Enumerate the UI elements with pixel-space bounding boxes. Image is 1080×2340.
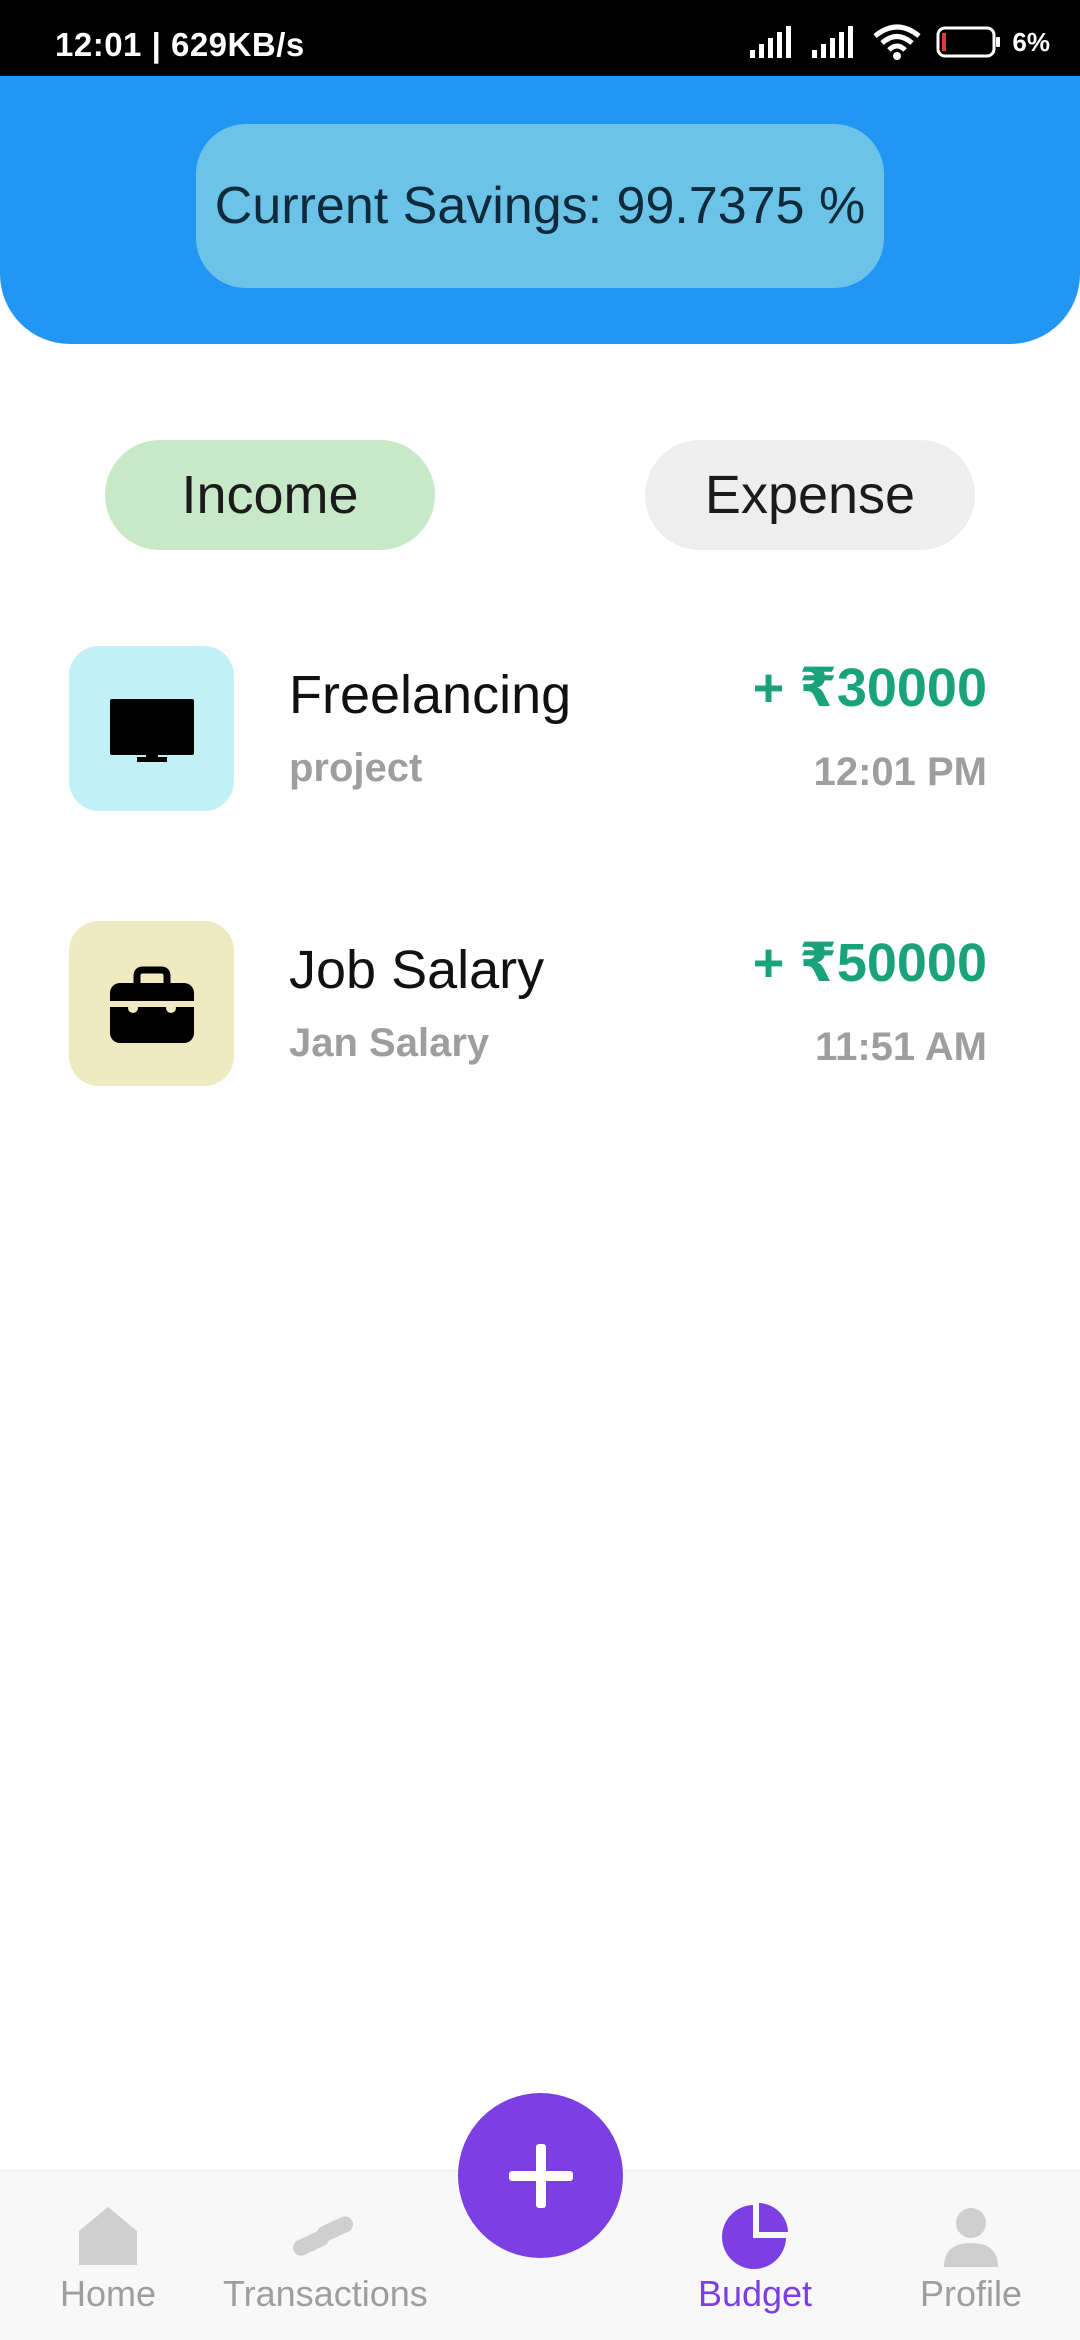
signal-icon xyxy=(750,26,792,58)
battery-icon xyxy=(936,26,1001,58)
transaction-amount: + ₹30000 xyxy=(752,658,987,718)
nav-profile[interactable]: Profile xyxy=(871,2201,1071,2315)
transaction-icon-box xyxy=(69,921,234,1086)
signal-icon xyxy=(812,26,854,58)
transactions-icon xyxy=(293,2216,353,2256)
transaction-time: 12:01 PM xyxy=(813,750,987,794)
transaction-item[interactable]: Job Salary Jan Salary + ₹50000 11:51 AM xyxy=(0,921,1080,1091)
tab-expense[interactable]: Expense xyxy=(645,440,975,550)
briefcase-icon xyxy=(109,966,194,1043)
add-transaction-button[interactable] xyxy=(458,2093,623,2258)
transaction-title: Freelancing xyxy=(289,665,572,725)
nav-transactions[interactable]: Transactions xyxy=(223,2201,428,2315)
battery-percent: 6% xyxy=(1012,26,1050,57)
pie-chart-icon xyxy=(722,2203,788,2269)
transaction-time: 11:51 AM xyxy=(815,1025,987,1069)
wifi-icon xyxy=(873,24,922,60)
status-time-speed: 12:01 | 629KB/s xyxy=(55,26,305,63)
transaction-amount: + ₹50000 xyxy=(752,933,987,993)
transaction-icon-box xyxy=(69,646,234,811)
tab-income[interactable]: Income xyxy=(105,440,435,550)
monitor-icon xyxy=(109,698,194,762)
transaction-subtitle: project xyxy=(289,746,423,790)
transaction-title: Job Salary xyxy=(289,940,545,1000)
savings-text: Current Savings: 99.7375 % xyxy=(214,177,866,235)
savings-pill: Current Savings: 99.7375 % xyxy=(196,124,884,288)
nav-budget[interactable]: Budget xyxy=(655,2201,855,2315)
nav-profile-label: Profile xyxy=(919,2273,1023,2314)
profile-icon xyxy=(944,2208,998,2267)
nav-budget-label: Budget xyxy=(697,2273,813,2314)
plus-icon xyxy=(508,2143,573,2208)
nav-home[interactable]: Home xyxy=(8,2201,208,2315)
savings-header: Current Savings: 99.7375 % xyxy=(0,76,1080,344)
nav-home-label: Home xyxy=(59,2273,157,2314)
transaction-item[interactable]: Freelancing project + ₹30000 12:01 PM xyxy=(0,646,1080,816)
transaction-subtitle: Jan Salary xyxy=(289,1021,490,1065)
status-icons: 6% xyxy=(748,22,1050,62)
home-icon xyxy=(79,2207,137,2265)
nav-transactions-label: Transactions xyxy=(223,2273,428,2314)
status-bar: 12:01 | 629KB/s 6% xyxy=(0,0,1080,80)
